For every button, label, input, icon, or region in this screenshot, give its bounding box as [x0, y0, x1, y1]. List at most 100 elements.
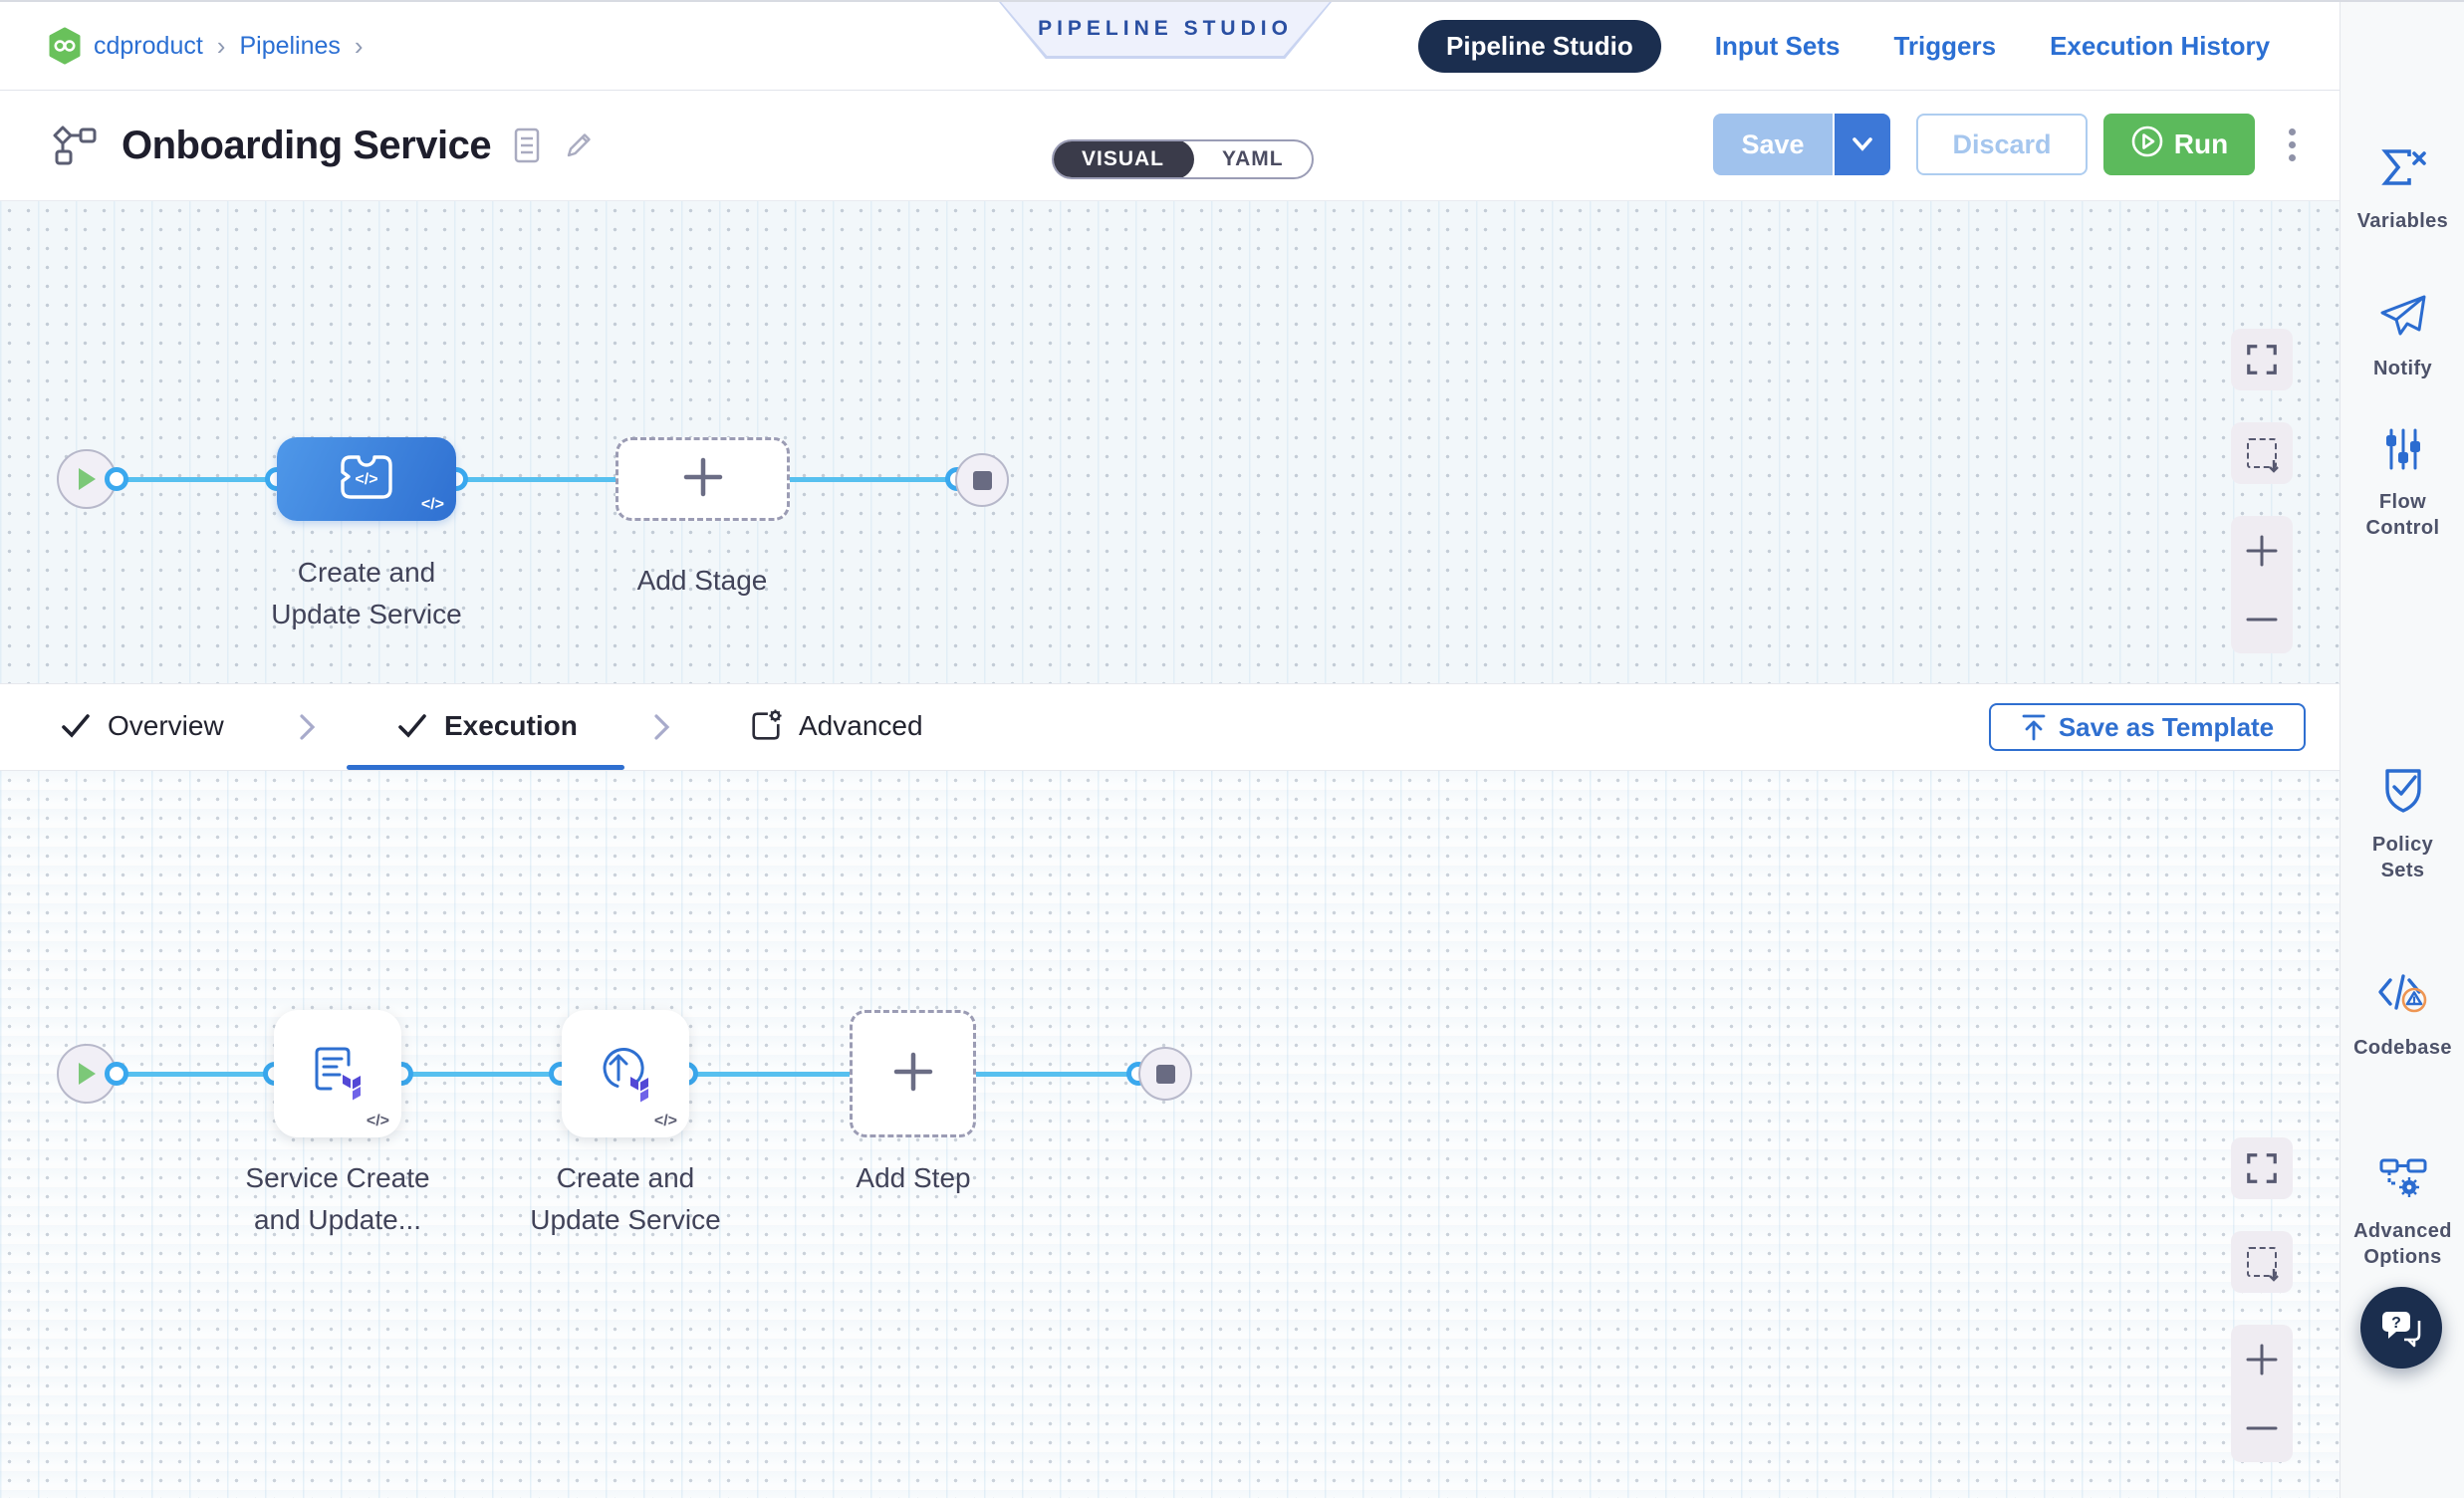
run-button[interactable]: Run	[2103, 114, 2255, 175]
add-step-button[interactable]	[850, 1010, 976, 1137]
stop-square-icon	[1156, 1065, 1175, 1084]
pipeline-studio-app: cdproduct › Pipelines › PIPELINE STUDIO …	[0, 0, 2464, 1498]
code-badge: </>	[421, 496, 444, 514]
stage-tab-bar: Overview Execution Advanced Save as Temp…	[0, 683, 2340, 771]
connector-port	[105, 1062, 128, 1086]
breadcrumb-separator: ›	[353, 31, 366, 62]
paper-plane-icon	[2378, 293, 2428, 344]
stop-square-icon	[973, 471, 992, 490]
zoom-controls	[2231, 1325, 2293, 1462]
breadcrumb-separator: ›	[215, 31, 228, 62]
variables-sigma-icon	[2378, 143, 2428, 196]
description-doc-icon[interactable]	[513, 127, 541, 163]
step1-label: Service Create and Update...	[228, 1157, 447, 1241]
chevron-right-icon	[649, 712, 673, 742]
tab-overview[interactable]: Overview	[60, 684, 224, 767]
plus-icon	[892, 1051, 934, 1098]
svg-text:?: ?	[2391, 1315, 2401, 1332]
sidebar-item-variables[interactable]: Variables	[2341, 143, 2464, 234]
add-stage-label: Add Stage	[603, 560, 802, 602]
save-dropdown-button[interactable]	[1833, 114, 1890, 175]
rollout-arrow-terraform-icon	[593, 1041, 658, 1108]
title-row: Onboarding Service	[48, 91, 595, 200]
check-icon	[396, 711, 428, 741]
cd-module-logo-icon	[48, 27, 82, 65]
play-triangle-icon	[76, 1061, 98, 1087]
play-triangle-icon	[76, 466, 98, 492]
pipeline-studio-banner: PIPELINE STUDIO	[999, 2, 1332, 59]
zoom-out-button[interactable]	[2231, 1393, 2293, 1462]
fullscreen-button[interactable]	[2231, 329, 2293, 390]
step-node-create-update-service[interactable]: </>	[562, 1010, 689, 1137]
execution-end-node	[1138, 1047, 1192, 1101]
step2-label: Create and Update Service	[516, 1157, 735, 1241]
save-button[interactable]: Save	[1713, 114, 1833, 175]
stage-node-label: Create and Update Service	[257, 552, 476, 635]
add-step-label: Add Step	[814, 1157, 1013, 1199]
more-options-menu[interactable]	[2283, 123, 2302, 167]
svg-text:</>: </>	[355, 471, 377, 488]
visual-yaml-toggle: VISUAL YAML	[1052, 139, 1314, 179]
stage-connector-line	[100, 477, 966, 482]
sidebar-item-notify[interactable]: Notify	[2341, 293, 2464, 381]
check-icon	[60, 711, 92, 741]
edit-pencil-icon[interactable]	[563, 129, 595, 161]
top-nav-tabs: Pipeline Studio Input Sets Triggers Exec…	[1418, 2, 2270, 90]
flowchart-gear-icon	[2377, 1155, 2429, 1206]
custom-stage-icon: </>	[335, 450, 398, 509]
top-bar: cdproduct › Pipelines › PIPELINE STUDIO …	[0, 2, 2340, 91]
fullscreen-button[interactable]	[2231, 1137, 2293, 1199]
right-sidebar: Variables Notify	[2340, 2, 2464, 1498]
save-as-template-button[interactable]: Save as Template	[1989, 703, 2306, 751]
marquee-select-button[interactable]	[2231, 422, 2293, 484]
help-chat-button[interactable]: ?	[2360, 1287, 2442, 1369]
header-actions: Save Discard Run	[1713, 114, 2302, 175]
run-play-icon	[2130, 125, 2164, 165]
zoom-in-button[interactable]	[2231, 516, 2293, 585]
tab-execution-history[interactable]: Execution History	[2050, 31, 2270, 62]
toggle-visual[interactable]: VISUAL	[1052, 139, 1194, 179]
advanced-gear-doc-icon	[749, 709, 783, 743]
sidebar-item-flow-control[interactable]: Flow Control	[2341, 426, 2464, 541]
breadcrumb: cdproduct › Pipelines ›	[48, 2, 366, 90]
sidebar-item-codebase[interactable]: Codebase	[2341, 970, 2464, 1061]
code-badge: </>	[654, 1113, 677, 1130]
chat-question-icon: ?	[2378, 1307, 2424, 1349]
zoom-in-button[interactable]	[2231, 1325, 2293, 1393]
breadcrumb-project-link[interactable]: cdproduct	[94, 32, 203, 61]
pipeline-header: Onboarding Service VISUAL YAML Save	[0, 91, 2340, 201]
zoom-controls	[2231, 516, 2293, 653]
tab-input-sets[interactable]: Input Sets	[1715, 31, 1841, 62]
run-button-label: Run	[2174, 128, 2228, 160]
connector-port	[105, 467, 128, 491]
pipeline-flowchart-icon	[48, 124, 100, 167]
tab-execution[interactable]: Execution	[396, 684, 578, 767]
stage-canvas: </> </> Create and Update Service Add St…	[0, 201, 2340, 683]
codebase-warning-icon	[2376, 970, 2430, 1023]
marquee-icon	[2247, 438, 2277, 468]
breadcrumb-pipelines-link[interactable]: Pipelines	[239, 32, 340, 61]
stage-node-create-update-service[interactable]: </> </>	[277, 437, 456, 521]
discard-button[interactable]: Discard	[1916, 114, 2088, 175]
zoom-out-button[interactable]	[2231, 585, 2293, 653]
shield-check-icon	[2379, 765, 2427, 820]
sliders-icon	[2380, 426, 2426, 477]
chevron-down-icon	[1849, 129, 1875, 160]
marquee-select-button[interactable]	[2231, 1231, 2293, 1293]
tab-triggers[interactable]: Triggers	[1893, 31, 1996, 62]
step-node-service-create-update[interactable]: </>	[274, 1010, 401, 1137]
tab-advanced[interactable]: Advanced	[749, 684, 923, 767]
chevron-right-icon	[295, 712, 319, 742]
pipeline-end-node	[955, 453, 1009, 507]
add-stage-button[interactable]	[616, 437, 790, 521]
sidebar-item-advanced-options[interactable]: Advanced Options	[2341, 1155, 2464, 1270]
code-badge: </>	[367, 1113, 389, 1130]
banner-label: PIPELINE STUDIO	[1038, 17, 1293, 41]
sidebar-item-policy-sets[interactable]: Policy Sets	[2341, 765, 2464, 883]
page-title: Onboarding Service	[122, 124, 491, 168]
step-canvas: </> </>	[0, 771, 2340, 1498]
toggle-yaml[interactable]: YAML	[1194, 147, 1312, 171]
tab-pipeline-studio[interactable]: Pipeline Studio	[1418, 20, 1661, 73]
marquee-icon	[2247, 1247, 2277, 1277]
script-doc-terraform-icon	[307, 1041, 369, 1108]
